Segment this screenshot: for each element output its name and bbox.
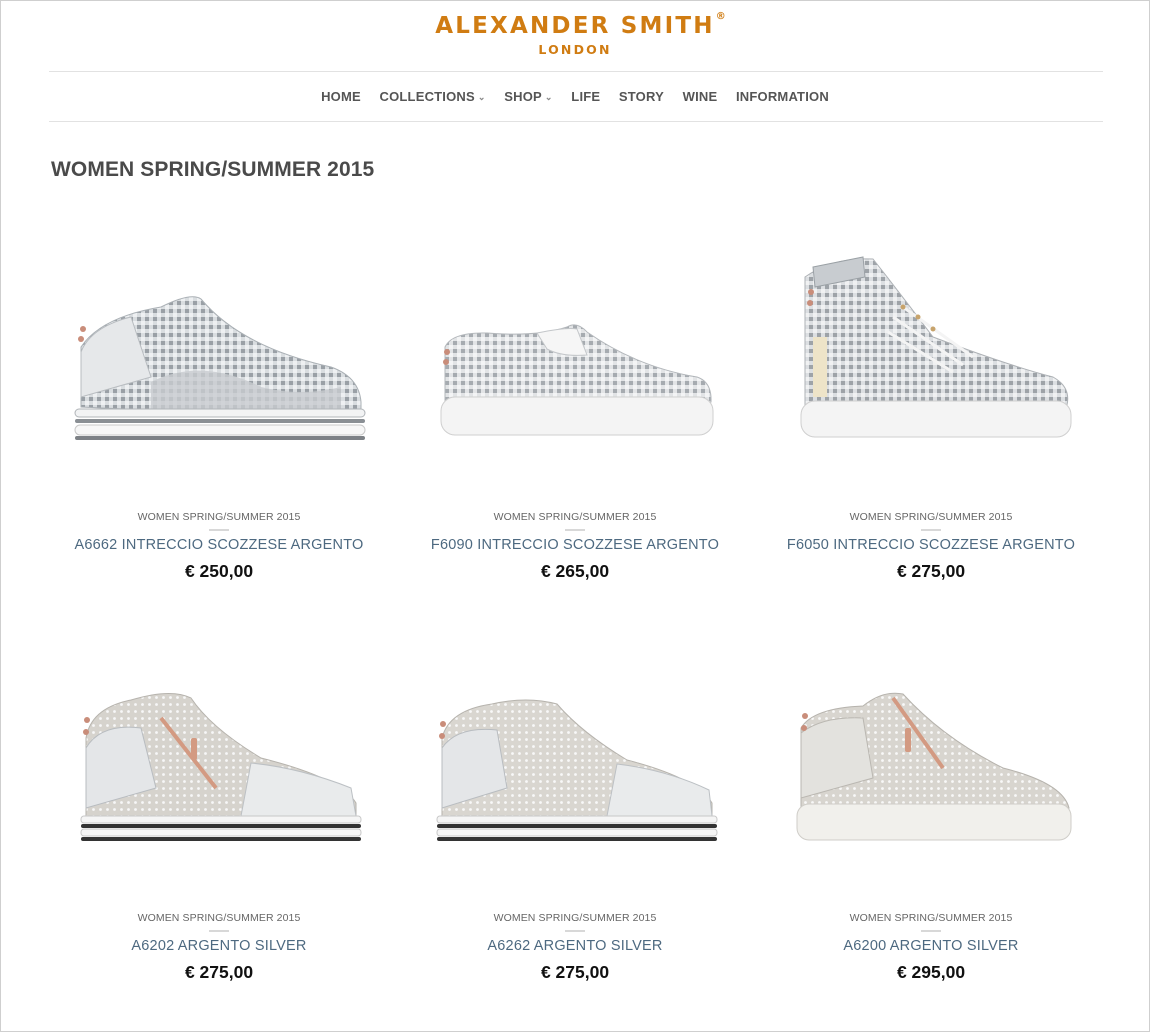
logo-wordmark: ALEXANDER SMITH ®: [435, 11, 726, 39]
sneaker-image: [796, 692, 1072, 841]
product-name[interactable]: A6202 ARGENTO SILVER: [41, 938, 397, 954]
nav-shop[interactable]: SHOP ⌄: [504, 89, 552, 104]
product-category[interactable]: WOMEN SPRING/SUMMER 2015: [753, 912, 1109, 924]
sneaker-image: [80, 693, 362, 841]
product-divider: [921, 529, 941, 531]
product-image[interactable]: [753, 638, 1109, 888]
product-category[interactable]: WOMEN SPRING/SUMMER 2015: [397, 511, 753, 523]
product-divider: [209, 930, 229, 932]
product-name[interactable]: A6200 ARGENTO SILVER: [753, 938, 1109, 954]
nav-story[interactable]: STORY: [619, 89, 664, 104]
product-name[interactable]: F6090 INTRECCIO SCOZZESE ARGENTO: [397, 537, 753, 553]
sneaker-image: [800, 256, 1072, 438]
product-divider: [565, 529, 585, 531]
product-name[interactable]: F6050 INTRECCIO SCOZZESE ARGENTO: [753, 537, 1109, 553]
product-image[interactable]: [397, 638, 753, 888]
sneaker-image: [440, 324, 714, 436]
chevron-down-icon: ⌄: [477, 92, 486, 102]
product-category[interactable]: WOMEN SPRING/SUMMER 2015: [41, 511, 397, 523]
product-image[interactable]: [397, 237, 753, 487]
product-image[interactable]: [753, 237, 1109, 487]
product-price: € 250,00: [184, 561, 254, 581]
product-price: € 275,00: [184, 962, 254, 982]
chevron-down-icon: ⌄: [544, 92, 553, 102]
registered-mark: ®: [715, 11, 726, 22]
product-name[interactable]: A6662 INTRECCIO SCOZZESE ARGENTO: [41, 537, 397, 553]
product-price: € 275,00: [896, 561, 966, 581]
product-image[interactable]: [41, 237, 397, 487]
product-divider: [921, 930, 941, 932]
header-divider-bottom: [49, 121, 1103, 122]
product-image[interactable]: [41, 638, 397, 888]
page-title: WOMEN SPRING/SUMMER 2015: [51, 158, 375, 181]
nav-information[interactable]: INFORMATION: [736, 89, 829, 104]
logo-subtitle: LONDON: [538, 42, 612, 57]
main-navigation: HOME COLLECTIONS ⌄ SHOP ⌄ LIFE STORY WINE …: [1, 89, 1149, 104]
product-divider: [565, 930, 585, 932]
header-divider-top: [49, 71, 1103, 72]
product-category[interactable]: WOMEN SPRING/SUMMER 2015: [41, 912, 397, 924]
sneaker-image: [436, 699, 718, 841]
product-divider: [209, 529, 229, 531]
product-category[interactable]: WOMEN SPRING/SUMMER 2015: [753, 511, 1109, 523]
nav-life[interactable]: LIFE: [571, 89, 600, 104]
nav-collections[interactable]: COLLECTIONS ⌄: [380, 89, 486, 104]
product-category[interactable]: WOMEN SPRING/SUMMER 2015: [397, 912, 753, 924]
product-price: € 265,00: [540, 561, 610, 581]
sneaker-image: [74, 296, 366, 440]
product-price: € 295,00: [896, 962, 966, 982]
product-price: € 275,00: [540, 962, 610, 982]
nav-home[interactable]: HOME: [321, 89, 361, 104]
product-name[interactable]: A6262 ARGENTO SILVER: [397, 938, 753, 954]
site-logo[interactable]: ALEXANDER SMITH ® LONDON: [1, 11, 1149, 57]
nav-wine[interactable]: WINE: [683, 89, 718, 104]
